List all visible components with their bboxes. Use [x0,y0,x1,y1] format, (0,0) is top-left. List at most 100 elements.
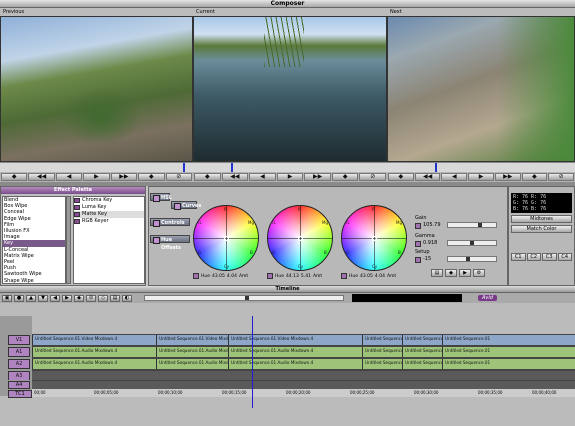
track-header-a4[interactable]: A4 [0,380,32,390]
current-monitor[interactable] [193,16,387,162]
previous-scrub-bar[interactable] [0,162,193,173]
timecode-ruler[interactable]: 00;00 00;00;05;00 00;00;10;00 00;00;15;0… [32,389,575,397]
effect-item[interactable]: Luma Key [74,204,144,211]
color-wheel[interactable]: R Mg B Cy G YL [341,205,407,271]
track-header-a1[interactable]: A1 [0,346,32,358]
video-track-v1[interactable]: Untitled Sequence.01.Video Mixdown.4 Unt… [32,334,575,346]
effect-list[interactable]: Chroma Key Luma Key Matte Key RGB Keyer [73,196,145,284]
track-name-v1[interactable]: V1 [8,335,30,345]
timeline-scale-slider[interactable] [144,295,344,301]
color-wheel-shadows[interactable]: R Mg B Cy G YL Hue 43.05 4.04 Amt [193,205,259,279]
audio-clip[interactable]: Untitled Sequence.01.Audio Mixdown.4 [32,359,156,369]
rewind-button[interactable]: ◀◀ [28,173,55,181]
step-back-button[interactable]: ◀ [249,173,276,181]
extract-icon[interactable]: ▼ [38,294,48,302]
splice-icon[interactable]: ◀ [50,294,60,302]
audio-clip[interactable]: Untitled Sequence.01.Audio Mixdown.4 [228,359,362,369]
wheel-center-marker[interactable] [298,236,303,241]
eyedropper-icon[interactable]: ◆ [445,269,457,277]
color-wheel-highlights[interactable]: R Mg B Cy G YL Hue 43.05 4.04 Amt [341,205,407,279]
step-back-button[interactable]: ◀ [441,173,468,181]
video-clip[interactable]: Untitled Sequence.01.Video Mixdown.4 [228,335,362,345]
add-edit-icon[interactable]: ◆ [74,294,84,302]
tab-hsl[interactable]: HSL [150,193,172,202]
toggle-icon[interactable]: ◐ [122,294,132,302]
clear-icon[interactable]: ⊘ [86,294,96,302]
slider-thumb[interactable] [245,296,249,300]
video-clip[interactable]: Untitled Sequence.01.Video Mixdown.4 [156,335,228,345]
clear-button[interactable]: ⊘ [359,173,387,181]
slider-thumb[interactable] [478,223,482,227]
audio-clip[interactable]: Untitled Sequence.01 [402,359,442,369]
mark-in-button[interactable]: ◆ [194,173,221,181]
next-monitor[interactable] [387,16,575,162]
settings-icon[interactable]: ⚙ [473,269,485,277]
current-scrub-bar[interactable] [193,162,387,173]
audio-clip[interactable]: Untitled Sequence.01 [362,347,402,357]
rewind-button[interactable]: ◀◀ [221,173,249,181]
video-clip[interactable]: Untitled Sequence.01 [362,335,402,345]
clear-button[interactable]: ⊘ [165,173,192,181]
track-name-a4[interactable]: A4 [8,381,30,389]
effect-category-list[interactable]: Blend Box Wipe Conceal Edge Wipe Film Il… [2,196,66,284]
audio-track-a1[interactable]: Untitled Sequence.01.Audio Mixdown.4 Unt… [32,346,575,358]
video-clip[interactable]: Untitled Sequence.01 [402,335,442,345]
audio-clip[interactable]: Untitled Sequence.01 [442,347,575,357]
overwrite-icon[interactable]: ▶ [62,294,72,302]
category-scrollbar[interactable] [66,196,71,284]
fast-forward-button[interactable]: ▶▶ [110,173,138,181]
video-clip[interactable]: Untitled Sequence.01 [442,335,575,345]
fast-forward-button[interactable]: ▶▶ [494,173,521,181]
gamma-slider[interactable] [447,240,497,246]
tab-controls[interactable]: Controls [150,218,190,227]
trim-icon[interactable]: ◇ [98,294,108,302]
audio-clip[interactable]: Untitled Sequence.01.Audio Mixdown.4 [32,347,156,357]
match-color-button[interactable]: Match Color [511,225,572,233]
record-icon[interactable]: ● [14,294,24,302]
mark-in-button[interactable]: ◆ [388,173,414,181]
audio-clip[interactable]: Untitled Sequence.01 [362,359,402,369]
lift-icon[interactable]: ▲ [26,294,36,302]
slider-thumb[interactable] [470,241,474,245]
audio-clip[interactable]: Untitled Sequence.01.Audio Mixdown.4 [156,347,228,357]
wheel-center-marker[interactable] [224,236,229,241]
mark-out-button[interactable]: ◆ [138,173,165,181]
video-quality-icon[interactable]: ▣ [2,294,12,302]
next-scrub-bar[interactable] [387,162,575,173]
segment-icon[interactable]: ▤ [110,294,120,302]
setup-slider[interactable] [447,256,497,262]
mark-out-button[interactable]: ◆ [521,173,548,181]
mark-out-button[interactable]: ◆ [331,173,359,181]
play-icon[interactable]: ▶ [459,269,471,277]
rewind-button[interactable]: ◀◀ [414,173,441,181]
wheel-center-marker[interactable] [372,236,377,241]
track-header-v1[interactable]: V1 [0,334,32,346]
audio-clip[interactable]: Untitled Sequence.01 [442,359,575,369]
effect-item-selected[interactable]: Matte Key [74,211,144,218]
track-name-a1[interactable]: A1 [8,347,30,357]
color-wheel-midtones[interactable]: R Mg B Cy G YL Hue 44.13 5.41 Amt [267,205,333,279]
step-back-button[interactable]: ◀ [55,173,83,181]
slider-thumb[interactable] [466,257,470,261]
video-clip[interactable]: Untitled Sequence.01.Video Mixdown.4 [32,335,156,345]
play-button[interactable]: ▶ [83,173,110,181]
channel-c4-button[interactable]: C4 [557,253,572,261]
color-wheel[interactable]: R Mg B Cy G YL [193,205,259,271]
color-wheel[interactable]: R Mg B Cy G YL [267,205,333,271]
play-button[interactable]: ▶ [276,173,304,181]
clear-button[interactable]: ⊘ [548,173,575,181]
timeline-playhead[interactable] [252,316,253,408]
channel-c3-button[interactable]: C3 [542,253,557,261]
bypass-button[interactable]: ▤ [431,269,443,277]
effect-item[interactable]: Chroma Key [74,197,144,204]
gain-slider[interactable] [447,222,497,228]
track-name-a2[interactable]: A2 [8,359,30,369]
effect-item[interactable]: RGB Keyer [74,218,144,225]
play-button[interactable]: ▶ [468,173,494,181]
channel-c2-button[interactable]: C2 [526,253,541,261]
channel-c1-button[interactable]: C1 [511,253,526,261]
audio-clip[interactable]: Untitled Sequence.01 [402,347,442,357]
audio-track-a2[interactable]: Untitled Sequence.01.Audio Mixdown.4 Unt… [32,358,575,370]
previous-monitor[interactable] [0,16,193,162]
fast-forward-button[interactable]: ▶▶ [304,173,331,181]
